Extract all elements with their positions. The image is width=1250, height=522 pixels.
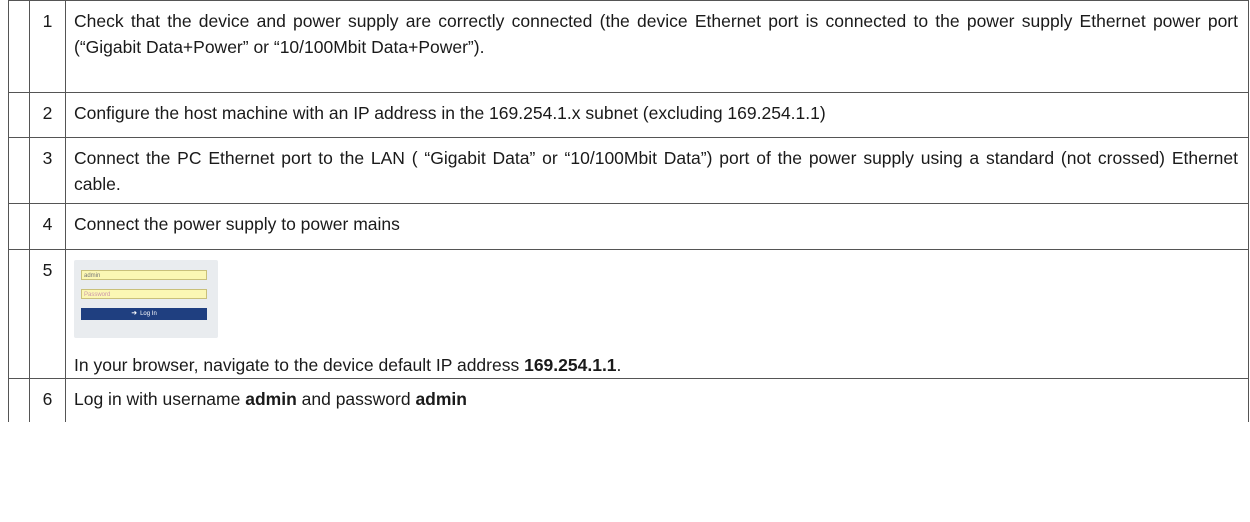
password-value: admin [415,389,467,409]
blank-cell [8,92,30,138]
step-text: Log in with username admin and password … [65,378,1249,422]
step-number: 6 [29,378,66,422]
blank-cell [8,137,30,204]
step-number: 4 [29,203,66,250]
step-text: Connect the power supply to power mains [65,203,1249,250]
steps-table: 1 Check that the device and power supply… [8,0,1249,422]
step-number: 5 [29,249,66,379]
username-value: admin [245,389,297,409]
login-form-screenshot: admin Password ➜ Log In [74,260,218,338]
step-text: Check that the device and power supply a… [65,0,1249,93]
step-text-before: In your browser, navigate to the device … [74,355,525,375]
ip-address: 169.254.1.1 [524,355,617,375]
step-text: In your browser, navigate to the device … [74,352,1238,378]
blank-cell [8,378,30,422]
blank-cell [8,203,30,250]
step-content: admin Password ➜ Log In In your browser, … [65,249,1249,379]
step-text-before: Log in with username [74,389,246,409]
step-text-middle: and password [296,389,416,409]
table-row: 4 Connect the power supply to power main… [8,203,1249,250]
blank-cell [8,249,30,379]
password-field: Password [81,289,207,299]
login-button-label: Log In [140,311,157,317]
username-field: admin [81,270,207,280]
table-row: 1 Check that the device and power supply… [8,0,1249,93]
step-number: 2 [29,92,66,138]
login-button: ➜ Log In [81,308,207,320]
step-number: 3 [29,137,66,204]
step-text: Connect the PC Ethernet port to the LAN … [65,137,1249,204]
step-text: Configure the host machine with an IP ad… [65,92,1249,138]
blank-cell [8,0,30,93]
table-row: 6 Log in with username admin and passwor… [8,378,1249,422]
step-text-after: . [616,355,622,375]
table-row: 5 admin Password ➜ Log In In your browser… [8,249,1249,379]
login-icon: ➜ [131,310,138,317]
table-row: 2 Configure the host machine with an IP … [8,92,1249,138]
table-row: 3 Connect the PC Ethernet port to the LA… [8,137,1249,204]
step-number: 1 [29,0,66,93]
